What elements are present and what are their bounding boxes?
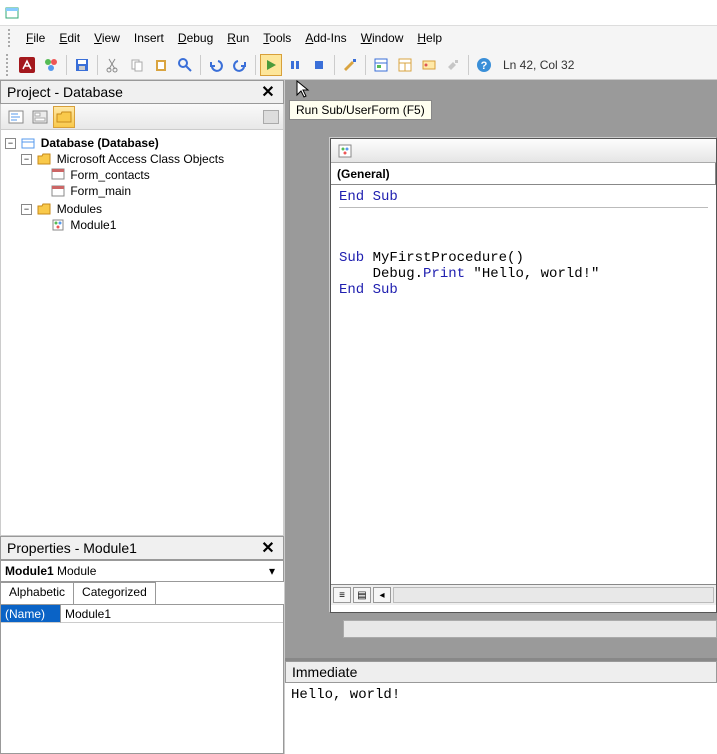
paste-button[interactable]	[150, 54, 172, 76]
access-icon[interactable]	[16, 54, 38, 76]
immediate-window: Immediate Hello, world!	[285, 658, 717, 754]
cut-button[interactable]	[102, 54, 124, 76]
menu-debug[interactable]: Debug	[172, 29, 219, 47]
form-icon	[51, 168, 65, 180]
properties-window-button[interactable]	[394, 54, 416, 76]
project-icon	[21, 137, 35, 149]
toolbar: ? Ln 42, Col 32	[0, 50, 717, 80]
view-code-button[interactable]	[5, 106, 27, 128]
property-value-cell[interactable]: Module1	[61, 605, 283, 623]
object-combo[interactable]: (General)	[331, 163, 716, 184]
tree-form-contacts[interactable]: Form_contacts	[37, 166, 279, 183]
view-object-button[interactable]	[29, 106, 51, 128]
menu-file[interactable]: File	[20, 29, 51, 47]
immediate-body[interactable]: Hello, world!	[285, 683, 717, 707]
properties-grid[interactable]: (Name) Module1	[0, 604, 284, 754]
procedure-view-button[interactable]: ≡	[333, 587, 351, 603]
tab-alphabetic[interactable]: Alphabetic	[0, 582, 74, 604]
property-name-cell: (Name)	[1, 605, 61, 623]
full-module-view-button[interactable]: ▤	[353, 587, 371, 603]
menu-insert[interactable]: Insert	[128, 29, 170, 47]
properties-tabs: Alphabetic Categorized	[0, 582, 284, 604]
tree-root[interactable]: − Database (Database) − Microsoft Access…	[5, 134, 279, 235]
menu-bar: File Edit View Insert Debug Run Tools Ad…	[0, 26, 717, 50]
menu-edit[interactable]: Edit	[53, 29, 86, 47]
immediate-header[interactable]: Immediate	[285, 661, 717, 683]
project-panel-close[interactable]: ✕	[259, 83, 277, 101]
menu-window[interactable]: Window	[355, 29, 410, 47]
dropdown-icon: ▾	[265, 564, 279, 578]
help-button[interactable]: ?	[473, 54, 495, 76]
tab-categorized[interactable]: Categorized	[73, 582, 156, 604]
menu-tools[interactable]: Tools	[257, 29, 297, 47]
expand-icon[interactable]: −	[21, 204, 32, 215]
properties-panel-header: Properties - Module1 ✕	[0, 536, 284, 560]
project-panel-header: Project - Database ✕	[0, 80, 284, 104]
run-button[interactable]	[260, 54, 282, 76]
object-browser-button[interactable]	[418, 54, 440, 76]
mdi-scrollbar[interactable]	[343, 620, 717, 638]
menu-help[interactable]: Help	[411, 29, 448, 47]
run-tooltip: Run Sub/UserForm (F5)	[289, 100, 432, 120]
properties-panel-title: Properties - Module1	[7, 540, 137, 556]
reset-button[interactable]	[308, 54, 330, 76]
expand-icon[interactable]: −	[5, 138, 16, 149]
code-header: (General)	[331, 163, 716, 185]
window-title-bar	[0, 0, 717, 26]
mdi-area: (General) End Sub Sub MyFirstProcedure()…	[285, 80, 717, 754]
code-window-titlebar[interactable]	[331, 139, 716, 163]
folder-icon	[37, 153, 51, 165]
project-toolbar	[0, 104, 284, 130]
svg-text:?: ?	[481, 60, 488, 72]
scroll-left-button[interactable]: ◂	[373, 587, 391, 603]
code-editor[interactable]: End Sub Sub MyFirstProcedure() Debug.Pri…	[331, 185, 716, 585]
break-button[interactable]	[284, 54, 306, 76]
copy-button[interactable]	[126, 54, 148, 76]
save-button[interactable]	[71, 54, 93, 76]
toggle-folders-button[interactable]	[53, 106, 75, 128]
project-explorer-button[interactable]	[370, 54, 392, 76]
folder-icon	[37, 203, 51, 215]
menu-grip	[8, 29, 14, 47]
menu-view[interactable]: View	[88, 29, 126, 47]
project-panel-title: Project - Database	[7, 84, 123, 100]
design-mode-button[interactable]	[339, 54, 361, 76]
code-footer: ≡ ▤ ◂	[331, 585, 716, 605]
horizontal-scrollbar[interactable]	[393, 587, 714, 603]
form-icon	[51, 185, 65, 197]
modules-icon[interactable]	[40, 54, 62, 76]
tree-module1[interactable]: Module1	[37, 216, 279, 233]
app-icon	[4, 5, 20, 21]
expand-icon[interactable]: −	[21, 154, 32, 165]
redo-button[interactable]	[229, 54, 251, 76]
code-window: (General) End Sub Sub MyFirstProcedure()…	[330, 138, 717, 613]
project-toolbar-dropdown[interactable]	[263, 110, 279, 124]
property-row-name[interactable]: (Name) Module1	[1, 605, 283, 623]
menu-run[interactable]: Run	[221, 29, 255, 47]
menu-addins[interactable]: Add-Ins	[299, 29, 352, 47]
toolbar-grip	[6, 54, 12, 76]
tree-modules[interactable]: − Modules Module1	[21, 200, 279, 234]
module-icon	[51, 219, 65, 231]
cursor-position: Ln 42, Col 32	[503, 58, 574, 72]
properties-panel-close[interactable]: ✕	[259, 539, 277, 557]
tree-class-objects[interactable]: − Microsoft Access Class Objects Form_co…	[21, 150, 279, 200]
undo-button[interactable]	[205, 54, 227, 76]
project-tree[interactable]: − Database (Database) − Microsoft Access…	[0, 130, 284, 536]
find-button[interactable]	[174, 54, 196, 76]
toolbox-button[interactable]	[442, 54, 464, 76]
tree-form-main[interactable]: Form_main	[37, 182, 279, 199]
module-icon	[337, 144, 353, 158]
properties-object-combo[interactable]: Module1 Module ▾	[0, 560, 284, 582]
